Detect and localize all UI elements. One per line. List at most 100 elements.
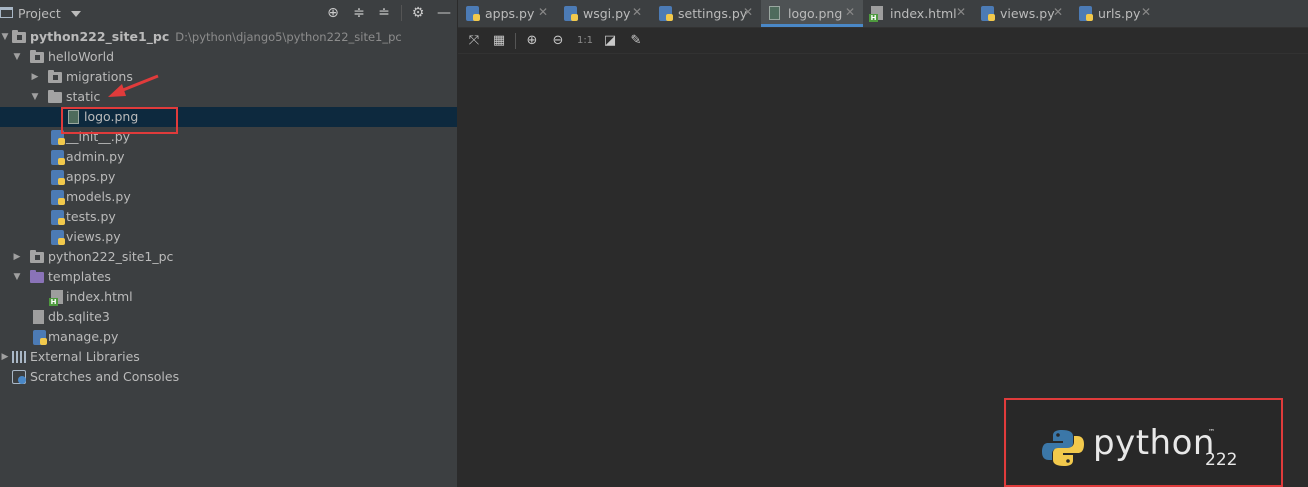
python-file-icon: [659, 6, 673, 21]
python-file-icon: [1079, 6, 1093, 21]
tree-item-models-py[interactable]: models.py: [0, 187, 457, 207]
project-window-icon: [0, 7, 13, 18]
tree-item-label: admin.py: [66, 149, 125, 164]
python-file-icon: [981, 6, 995, 21]
tree-item-views-py[interactable]: views.py: [0, 227, 457, 247]
tab-label: logo.png: [788, 6, 843, 21]
chevron-right-icon[interactable]: ▶: [30, 72, 40, 82]
python-file-icon: [564, 6, 578, 21]
tree-item-templates[interactable]: ▼ templates: [0, 267, 457, 287]
tree-item-label: tests.py: [66, 209, 116, 224]
divider: [401, 5, 402, 21]
tab-label: urls.py: [1098, 6, 1141, 21]
chevron-right-icon[interactable]: ▶: [0, 352, 10, 362]
locate-file-icon[interactable]: ⊕: [325, 5, 341, 21]
project-view-selector[interactable]: Project: [18, 6, 61, 21]
gear-icon[interactable]: ⚙: [410, 5, 426, 21]
tree-item-index-html[interactable]: index.html: [0, 287, 457, 307]
close-icon[interactable]: ✕: [1141, 5, 1151, 19]
tree-item-scratches[interactable]: Scratches and Consoles: [0, 367, 457, 387]
tab-urls-py[interactable]: urls.py ✕: [1071, 0, 1163, 27]
tab-views-py[interactable]: views.py ✕: [973, 0, 1071, 27]
tree-item-static[interactable]: ▼ static: [0, 87, 457, 107]
python-file-icon: [51, 230, 65, 245]
tree-item-label: helloWorld: [48, 49, 115, 64]
chevron-down-icon[interactable]: ▼: [30, 92, 40, 102]
python-file-icon: [51, 210, 65, 225]
folder-icon: [48, 70, 62, 83]
folder-icon: [30, 250, 44, 263]
tree-item-label: index.html: [66, 289, 133, 304]
tree-item-label: manage.py: [48, 329, 119, 344]
hide-panel-icon[interactable]: —: [436, 5, 452, 21]
fit-to-window-icon[interactable]: ⤧: [466, 33, 482, 49]
tree-item-migrations[interactable]: ▶ migrations: [0, 67, 457, 87]
color-picker-icon[interactable]: ✎: [628, 33, 644, 49]
tree-item-helloworld[interactable]: ▼ helloWorld: [0, 47, 457, 67]
tree-item-label: views.py: [66, 229, 121, 244]
highlight-box: [1004, 398, 1283, 487]
tree-item-label: apps.py: [66, 169, 116, 184]
tree-item-label: templates: [48, 269, 111, 284]
close-icon[interactable]: ✕: [743, 5, 753, 19]
background-toggle-icon[interactable]: ◪: [602, 33, 618, 49]
tree-item-apps-py[interactable]: apps.py: [0, 167, 457, 187]
tab-label: settings.py: [678, 6, 748, 21]
actual-size-button[interactable]: 1:1: [574, 33, 596, 49]
project-panel: Project ⊕ ≑ ≐ ⚙ — ▼ python222_site1_pc D:…: [0, 0, 457, 487]
tree-item-admin-py[interactable]: admin.py: [0, 147, 457, 167]
tab-index-html[interactable]: index.html ✕: [863, 0, 973, 27]
project-path: D:\python\django5\python222_site1_pc: [175, 30, 402, 44]
chevron-down-icon[interactable]: ▼: [12, 52, 22, 62]
close-icon[interactable]: ✕: [845, 5, 855, 19]
tree-item-label: Scratches and Consoles: [30, 369, 180, 384]
tree-item-external-libraries[interactable]: ▶ External Libraries: [0, 347, 457, 367]
tree-item-label: python222_site1_pc: [30, 29, 170, 44]
tab-label: apps.py: [485, 6, 535, 21]
folder-icon: [48, 90, 62, 103]
python-file-icon: [33, 330, 47, 345]
tree-item-manage-py[interactable]: manage.py: [0, 327, 457, 347]
chevron-down-icon[interactable]: ▼: [0, 32, 10, 42]
close-icon[interactable]: ✕: [956, 5, 966, 19]
zoom-in-icon[interactable]: ⊕: [524, 33, 540, 49]
python-file-icon: [51, 150, 65, 165]
image-file-icon: [769, 6, 780, 20]
tab-label: index.html: [890, 6, 957, 21]
folder-icon: [12, 30, 26, 43]
highlight-box: [61, 107, 178, 134]
tree-item-db-sqlite3[interactable]: db.sqlite3: [0, 307, 457, 327]
tree-item-label: models.py: [66, 189, 131, 204]
tab-apps-py[interactable]: apps.py ✕: [458, 0, 556, 27]
python-file-icon: [51, 170, 65, 185]
tab-wsgi-py[interactable]: wsgi.py ✕: [556, 0, 651, 27]
close-icon[interactable]: ✕: [538, 5, 548, 19]
python-file-icon: [466, 6, 480, 21]
chevron-down-icon[interactable]: ▼: [12, 272, 22, 282]
tree-item-label: db.sqlite3: [48, 309, 110, 324]
library-icon: [12, 351, 27, 363]
templates-folder-icon: [30, 270, 44, 283]
tab-settings-py[interactable]: settings.py ✕: [651, 0, 761, 27]
scratches-icon: [12, 370, 26, 384]
chevron-right-icon[interactable]: ▶: [12, 252, 22, 262]
annotation-arrow-icon: [108, 74, 159, 97]
close-icon[interactable]: ✕: [632, 5, 642, 19]
tab-logo-png[interactable]: logo.png ✕: [761, 0, 863, 27]
zoom-out-icon[interactable]: ⊖: [550, 33, 566, 49]
chevron-down-icon[interactable]: [70, 10, 81, 17]
collapse-all-icon[interactable]: ≐: [376, 5, 392, 21]
editor-tab-bar: apps.py ✕ wsgi.py ✕ settings.py ✕ logo.p…: [458, 0, 1308, 28]
folder-icon: [30, 50, 44, 63]
tree-item-site-package[interactable]: ▶ python222_site1_pc: [0, 247, 457, 267]
tab-label: views.py: [1000, 6, 1055, 21]
divider: [515, 33, 516, 49]
expand-all-icon[interactable]: ≑: [351, 5, 367, 21]
close-icon[interactable]: ✕: [1053, 5, 1063, 19]
tree-item-root[interactable]: ▼ python222_site1_pc D:\python\django5\py…: [0, 27, 457, 47]
image-editor-toolbar: ⤧ ▦ ⊕ ⊖ 1:1 ◪ ✎: [458, 28, 1308, 54]
tree-item-label: External Libraries: [30, 349, 140, 364]
tree-item-label: static: [66, 89, 101, 104]
tree-item-tests-py[interactable]: tests.py: [0, 207, 457, 227]
grid-icon[interactable]: ▦: [491, 33, 507, 49]
